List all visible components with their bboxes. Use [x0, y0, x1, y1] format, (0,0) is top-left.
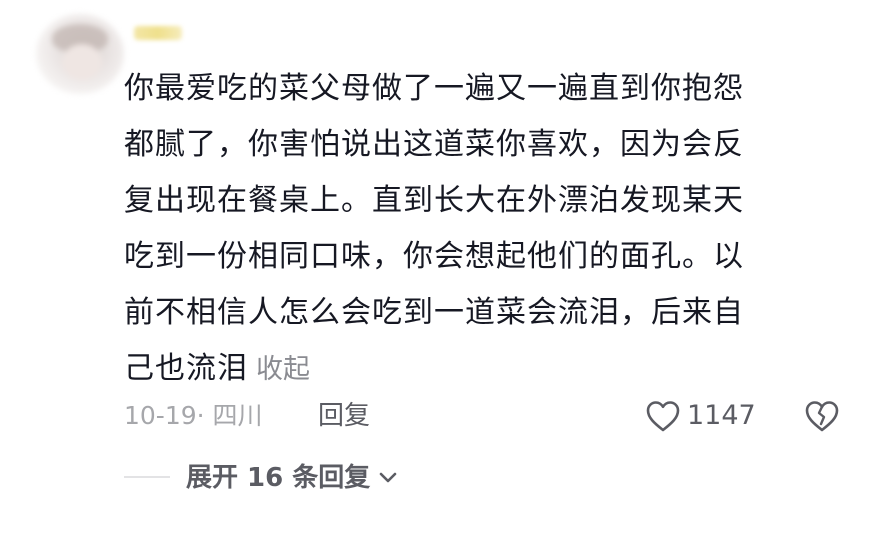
chevron-down-icon [379, 472, 397, 483]
user-avatar[interactable] [36, 14, 124, 94]
like-button[interactable]: 1147 [645, 396, 756, 436]
comment-text-line: 都腻了，你害怕说出这道菜你喜欢，因为会反 [124, 127, 744, 162]
username-blurred[interactable] [134, 22, 184, 44]
username-blur [134, 26, 182, 40]
collapse-link[interactable]: 收起 [256, 354, 310, 385]
avatar-face [62, 44, 102, 80]
expand-replies-button[interactable]: 展开 16 条回复 [186, 458, 398, 498]
like-count: 1147 [687, 400, 756, 431]
comment-text-last-line: 己也流泪 收起 [124, 341, 824, 398]
heart-outline-icon [646, 401, 680, 432]
comment-text-line: 前不相信人怎么会吃到一道菜会流泪，后来自 [124, 295, 744, 330]
comment-text-line: 复出现在餐桌上。直到长大在外漂泊发现某天 [124, 183, 744, 218]
comment-date-location: 10-19· 四川 [124, 401, 263, 430]
reply-button[interactable]: 回复 [318, 396, 370, 436]
comment-text: 你最爱吃的菜父母做了一遍又一遍直到你抱怨 都腻了，你害怕说出这道菜你喜欢，因为会… [124, 61, 824, 398]
dislike-button[interactable] [803, 398, 841, 434]
expand-replies-label: 展开 16 条回复 [186, 463, 371, 493]
replies-divider [124, 476, 170, 478]
comment-text-line: 己也流泪 [124, 351, 248, 386]
comment-item: 你最爱吃的菜父母做了一遍又一遍直到你抱怨 都腻了，你害怕说出这道菜你喜欢，因为会… [0, 0, 873, 548]
comment-text-line: 你最爱吃的菜父母做了一遍又一遍直到你抱怨 [124, 71, 744, 106]
comment-text-line: 吃到一份相同口味，你会想起他们的面孔。以 [124, 239, 744, 274]
broken-heart-icon [805, 401, 839, 432]
